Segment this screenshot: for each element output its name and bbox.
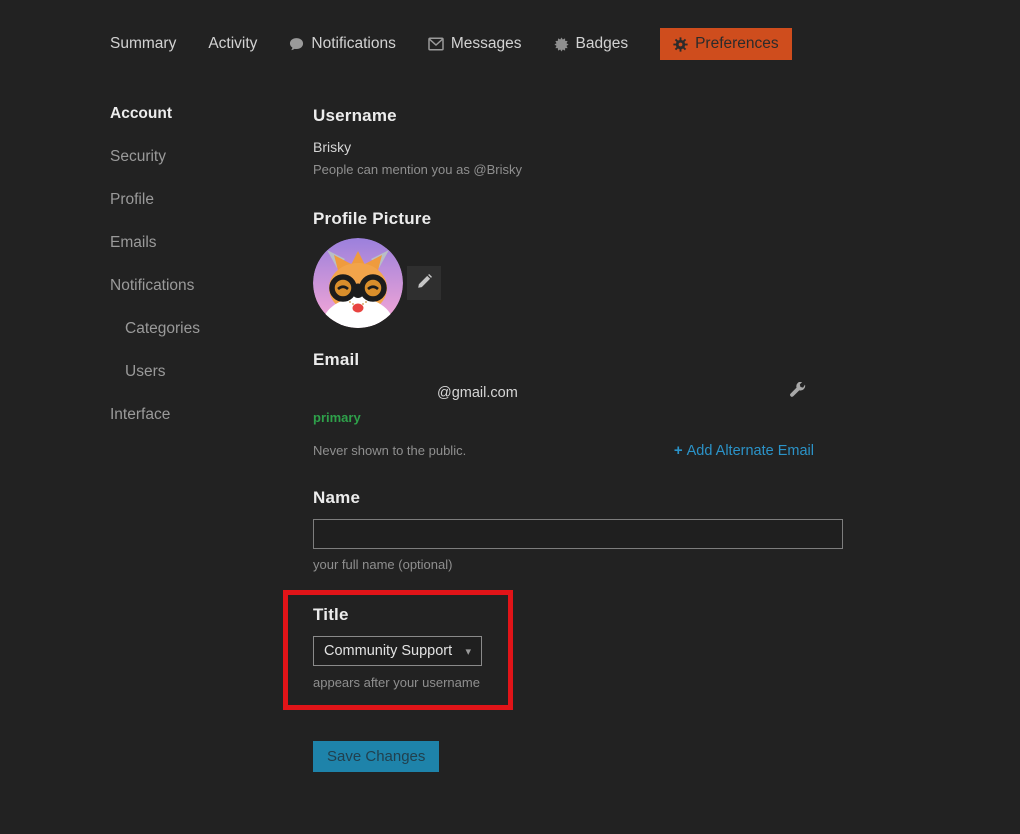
title-dropdown[interactable]: Community Support ▾ bbox=[313, 636, 482, 666]
add-alternate-email-label: Add Alternate Email bbox=[687, 443, 814, 459]
avatar bbox=[313, 238, 403, 328]
account-preferences-panel: Username Brisky People can mention you a… bbox=[313, 0, 843, 834]
manage-email-button[interactable] bbox=[789, 382, 807, 403]
name-hint: your full name (optional) bbox=[313, 557, 843, 572]
add-alternate-email-link[interactable]: +Add Alternate Email bbox=[674, 442, 814, 459]
sidebar-item-profile[interactable]: Profile bbox=[110, 191, 290, 209]
username-value: Brisky bbox=[313, 139, 843, 155]
caret-down-icon: ▾ bbox=[465, 645, 471, 658]
tab-summary[interactable]: Summary bbox=[110, 28, 176, 60]
comment-icon bbox=[289, 37, 304, 52]
name-section: Name your full name (optional) bbox=[313, 488, 843, 572]
tab-activity-label: Activity bbox=[208, 35, 257, 53]
title-dropdown-value: Community Support bbox=[324, 643, 452, 659]
title-section: Title Community Support ▾ appears after … bbox=[313, 605, 843, 690]
tab-summary-label: Summary bbox=[110, 35, 176, 53]
tab-activity[interactable]: Activity bbox=[208, 28, 257, 60]
sidebar-item-account[interactable]: Account bbox=[110, 105, 290, 123]
sidebar-item-users[interactable]: Users bbox=[110, 363, 290, 381]
email-value: @gmail.com bbox=[313, 385, 518, 401]
username-heading: Username bbox=[313, 106, 843, 126]
email-heading: Email bbox=[313, 350, 843, 370]
sidebar-item-categories[interactable]: Categories bbox=[110, 320, 290, 338]
wrench-icon bbox=[789, 382, 807, 403]
full-name-input[interactable] bbox=[313, 519, 843, 549]
sidebar-item-notifications[interactable]: Notifications bbox=[110, 277, 290, 295]
profile-picture-section: Profile Picture bbox=[313, 209, 843, 328]
sidebar-item-interface[interactable]: Interface bbox=[110, 406, 290, 424]
profile-picture-heading: Profile Picture bbox=[313, 209, 843, 229]
save-changes-button[interactable]: Save Changes bbox=[313, 741, 439, 772]
username-section: Username Brisky People can mention you a… bbox=[313, 106, 843, 177]
primary-email-badge: primary bbox=[313, 410, 843, 425]
name-heading: Name bbox=[313, 488, 843, 508]
title-heading: Title bbox=[313, 605, 843, 625]
plus-icon: + bbox=[674, 442, 683, 459]
pencil-icon bbox=[416, 274, 432, 293]
edit-avatar-button[interactable] bbox=[407, 266, 441, 300]
sidebar-item-security[interactable]: Security bbox=[110, 148, 290, 166]
preferences-sidebar: Account Security Profile Emails Notifica… bbox=[110, 105, 290, 449]
sidebar-item-emails[interactable]: Emails bbox=[110, 234, 290, 252]
email-section: Email @gmail.com primary Never shown to … bbox=[313, 350, 843, 459]
email-hint: Never shown to the public. bbox=[313, 443, 466, 458]
username-hint: People can mention you as @Brisky bbox=[313, 162, 843, 177]
title-hint: appears after your username bbox=[313, 675, 843, 690]
